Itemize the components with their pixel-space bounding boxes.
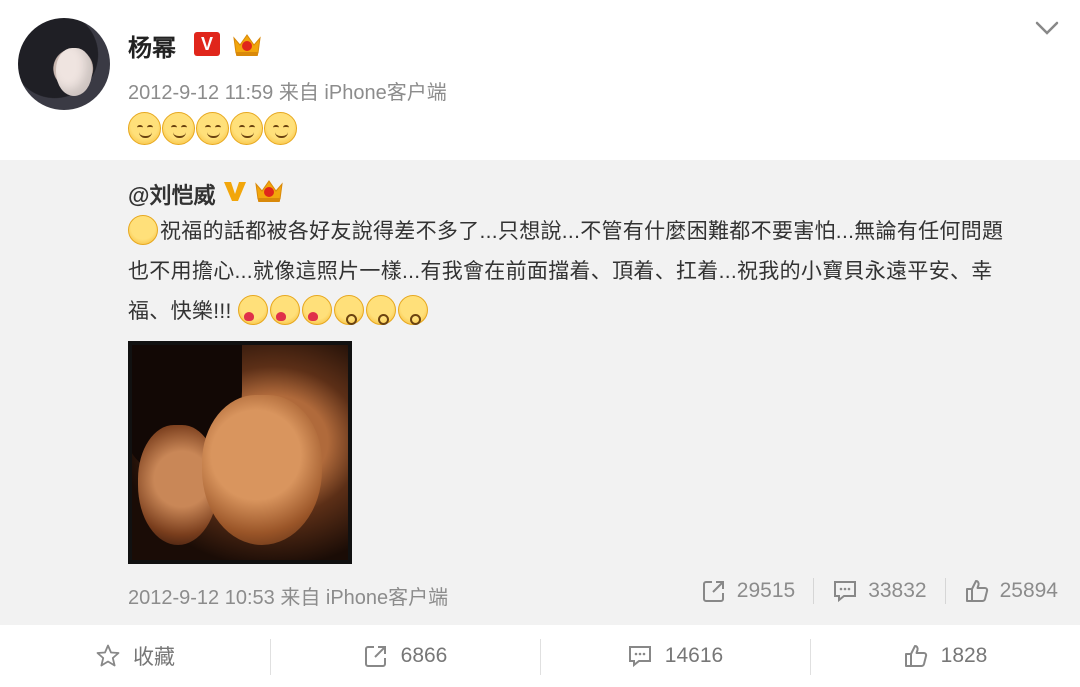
love-emoji-icon <box>269 295 300 325</box>
repost-likes-count: 25894 <box>999 579 1058 602</box>
love-emoji-icon <box>237 295 268 325</box>
repost-meta: 2012-9-12 10:53 来自 iPhone客户端 <box>128 587 449 609</box>
smile-emoji-icon <box>162 112 195 145</box>
repost-likes-stat[interactable]: 25894 <box>964 578 1058 604</box>
kiss-emoji-icon <box>365 295 396 325</box>
chevron-down-icon[interactable] <box>1034 18 1060 38</box>
repost-comments-stat[interactable]: 33832 <box>832 578 927 604</box>
like-button[interactable]: 1828 <box>810 625 1080 687</box>
comment-icon <box>628 646 651 668</box>
thinking-emoji-icon <box>128 215 158 245</box>
thumbs-up-icon <box>965 580 988 602</box>
repost-text-line1: 祝福的話都被各好友說得差不多了...只想說...不管有什麼困難都不要害怕...無… <box>160 220 1004 243</box>
share-icon <box>364 646 386 667</box>
love-emoji-icon <box>301 295 332 325</box>
kiss-emoji-icon <box>333 295 364 325</box>
repost-photo[interactable] <box>128 341 352 564</box>
repost-reposts-stat[interactable]: 29515 <box>701 578 795 604</box>
author-avatar[interactable] <box>18 18 110 110</box>
comment-button[interactable]: 14616 <box>540 625 810 687</box>
repost-button[interactable]: 6866 <box>270 625 540 687</box>
repost-text: 祝福的話都被各好友說得差不多了...只想說...不管有什麼困難都不要害怕...無… <box>128 212 1058 332</box>
like-count: 1828 <box>940 644 988 667</box>
repost-text-line3: 福、快樂!!! <box>128 300 232 323</box>
smile-emoji-icon <box>128 112 161 145</box>
author-name[interactable]: 杨幂 <box>128 28 176 63</box>
crown-member-icon <box>233 34 261 56</box>
smile-emoji-icon <box>196 112 229 145</box>
reposted-content[interactable]: @刘恺威 祝福的話都被各好友說得差不多了...只想說...不管有什麼困難都不要害… <box>0 160 1080 625</box>
repost-count: 6866 <box>400 644 448 667</box>
post-header: 杨幂 V 2012-9-12 11:59 来自 iPhone客户端 <box>0 0 1080 160</box>
repost-reposts-count: 29515 <box>736 579 796 602</box>
share-icon <box>702 581 724 602</box>
action-bar: 收藏 6866 14616 1828 <box>0 625 1080 687</box>
crown-member-icon <box>255 180 283 202</box>
smile-emoji-icon <box>264 112 297 145</box>
repost-comments-count: 33832 <box>868 579 927 602</box>
repost-text-line2: 也不用擔心...就像這照片一樣...有我會在前面擋着、頂着、扛着...祝我的小寶… <box>128 260 993 283</box>
verified-gold-icon <box>224 182 246 201</box>
post-emoji-row <box>128 112 297 148</box>
verified-badge: V <box>194 32 220 56</box>
repost-stats: 29515 33832 25894 <box>701 578 1058 604</box>
thumbs-up-icon <box>904 645 927 667</box>
favorite-button[interactable]: 收藏 <box>0 625 270 687</box>
post-meta: 2012-9-12 11:59 来自 iPhone客户端 <box>128 82 447 104</box>
comment-icon <box>834 581 857 603</box>
repost-author[interactable]: @刘恺威 <box>128 178 215 210</box>
favorite-label: 收藏 <box>133 646 175 669</box>
comment-count: 14616 <box>664 644 724 667</box>
star-icon <box>96 644 120 667</box>
smile-emoji-icon <box>230 112 263 145</box>
kiss-emoji-icon <box>397 295 428 325</box>
